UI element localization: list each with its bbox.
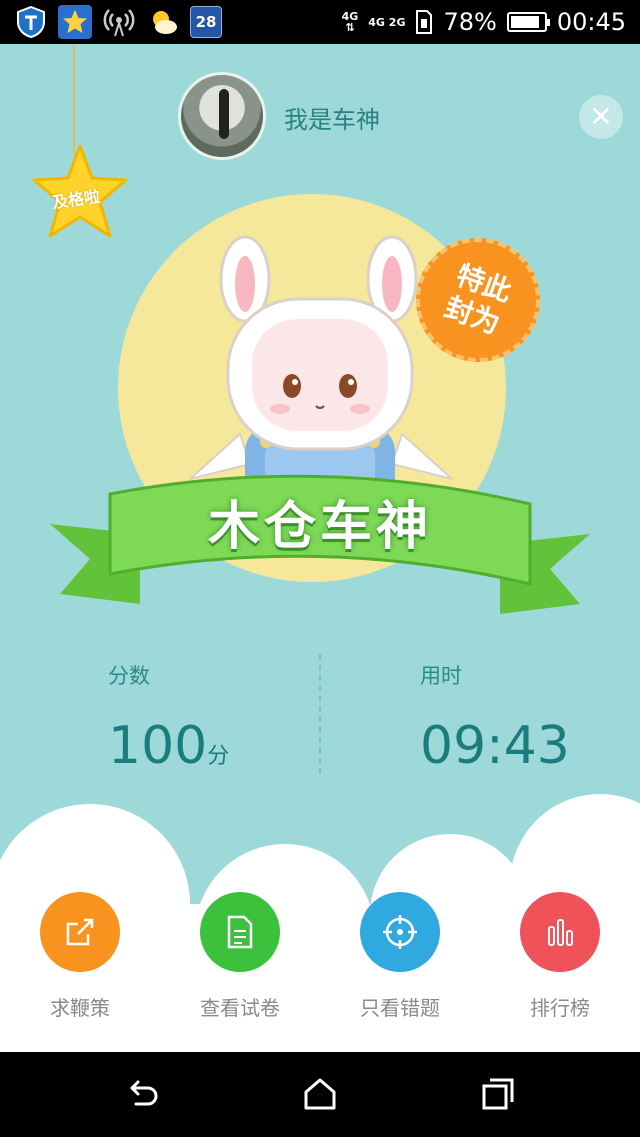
- shield-icon: [14, 5, 48, 39]
- weather-icon: [146, 5, 180, 39]
- document-icon[interactable]: [200, 892, 280, 972]
- stats-divider: [319, 654, 321, 774]
- recent-apps-icon[interactable]: [478, 1074, 518, 1114]
- action-label: 只看错题: [360, 996, 440, 1020]
- result-screen: 及格啦 我是车神 ✕ 特此 封为 木仓车神 分数 100分 用时 09:43 求…: [0, 44, 640, 1052]
- navigation-bar: [0, 1052, 640, 1137]
- network-4g-indicator: 4G ⇅: [341, 10, 359, 34]
- back-icon[interactable]: [122, 1074, 162, 1114]
- home-icon[interactable]: [300, 1074, 340, 1114]
- status-bar: 28 4G ⇅ 4G 2G 78% 00:45: [0, 0, 640, 44]
- score-number: 100: [108, 716, 208, 776]
- time-value: 09:43: [420, 716, 570, 776]
- network-type: 4G: [341, 10, 359, 23]
- result-title: 木仓车神: [207, 497, 432, 557]
- action-label: 查看试卷: [200, 996, 280, 1020]
- calendar-day: 28: [195, 13, 217, 31]
- score-unit: 分: [207, 744, 230, 769]
- bar-chart-icon[interactable]: [520, 892, 600, 972]
- action-bar: 求鞭策 查看试卷 只看错题 排行榜: [0, 892, 640, 1052]
- action-view-paper[interactable]: 查看试卷: [160, 892, 320, 1021]
- clock: 00:45: [556, 8, 626, 36]
- battery-percent: 78%: [443, 8, 497, 36]
- battery-icon: [506, 12, 550, 32]
- action-label: 求鞭策: [50, 996, 110, 1020]
- action-wrong-only[interactable]: 只看错题: [320, 892, 480, 1021]
- star-app-icon: [58, 5, 92, 39]
- time-label: 用时: [420, 664, 462, 688]
- score-label: 分数: [108, 664, 150, 688]
- username: 我是车神: [284, 106, 380, 134]
- score-value: 100分: [108, 716, 229, 776]
- calendar-icon: 28: [190, 6, 222, 38]
- star-string: [73, 44, 75, 154]
- action-leaderboard[interactable]: 排行榜: [480, 892, 640, 1021]
- action-label: 排行榜: [530, 996, 590, 1020]
- target-icon[interactable]: [360, 892, 440, 972]
- sim-card-icon: [416, 10, 433, 34]
- close-button[interactable]: ✕: [579, 95, 623, 139]
- wireless-icon: [102, 5, 136, 39]
- signal-indicator: 4G 2G: [368, 17, 405, 28]
- action-encourage[interactable]: 求鞭策: [0, 892, 160, 1021]
- avatar[interactable]: [178, 72, 266, 160]
- network-2g-type: 4G 2G: [368, 15, 406, 29]
- share-icon[interactable]: [40, 892, 120, 972]
